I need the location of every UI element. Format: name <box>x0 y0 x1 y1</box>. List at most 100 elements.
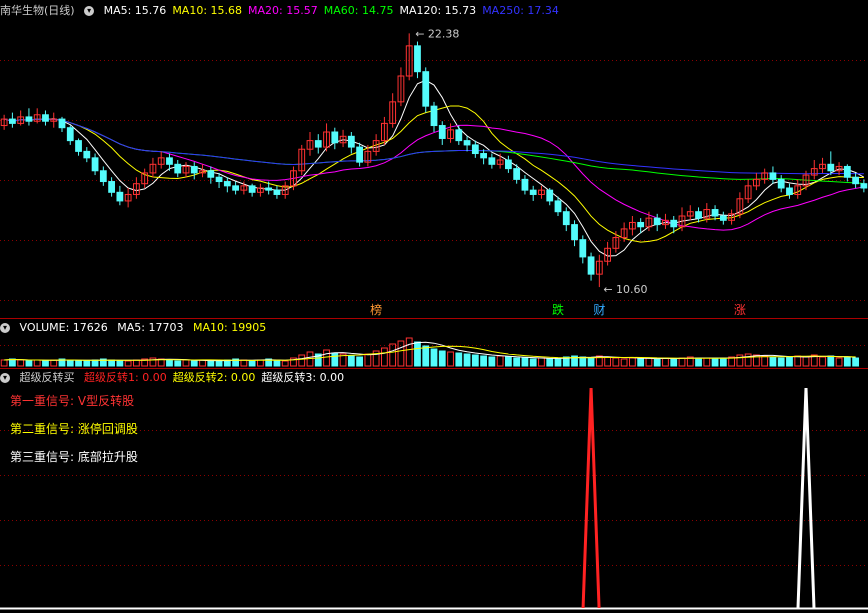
volume-bar <box>579 356 587 367</box>
volume-bar <box>587 357 595 367</box>
signal-label: 第一重信号: <box>10 394 75 408</box>
volume-bar <box>612 357 620 367</box>
candle-body <box>711 209 719 217</box>
volume-bar <box>678 357 686 367</box>
candle-body <box>471 144 479 155</box>
expand-icon[interactable]: ▾ <box>84 6 95 16</box>
signal-row: 第三重信号: 底部拉升股 <box>10 448 138 465</box>
candle-body <box>513 168 521 180</box>
volume-ma-line <box>4 345 856 361</box>
candle-body <box>356 146 363 163</box>
ma-legend-item: MA10: 15.68 <box>172 4 243 17</box>
candle-body <box>529 189 537 195</box>
candle-body <box>769 172 777 180</box>
candle-body <box>108 181 115 193</box>
candle-body <box>653 217 661 226</box>
candle-body <box>248 185 256 193</box>
candle-body <box>827 163 835 172</box>
volume-bar <box>298 354 306 367</box>
signal-row: 第一重信号: V型反转股 <box>10 392 134 409</box>
volume-bar <box>703 357 711 367</box>
candle-body <box>9 118 16 124</box>
volume-bar <box>108 359 115 367</box>
volume-value: VOLUME: 17626 <box>19 321 108 334</box>
signal-row: 第二重信号: 涨停回调股 <box>10 420 138 437</box>
volume-bar <box>25 360 33 367</box>
volume-bar <box>480 355 487 367</box>
volume-bar <box>777 357 785 367</box>
indicator-legend: 超级反转1: 0.00 超级反转2: 0.00 超级反转3: 0.00 <box>84 371 350 384</box>
volume-bar <box>463 353 471 367</box>
event-label: 涨 <box>734 302 746 317</box>
candle-body <box>207 170 215 178</box>
volume-bar <box>331 352 339 367</box>
expand-icon[interactable]: ▾ <box>0 373 10 383</box>
volume-bar <box>166 359 173 367</box>
candle-body <box>99 170 107 183</box>
candle-body <box>670 219 678 228</box>
volume-bar <box>620 358 628 367</box>
candle-body <box>860 183 868 189</box>
indicator-spike <box>796 387 816 609</box>
volume-bar <box>513 357 521 367</box>
signal-value: 底部拉升股 <box>74 450 138 464</box>
candle-body <box>430 105 438 127</box>
ma-legend-item: MA20: 15.57 <box>248 4 318 17</box>
volume-bar <box>381 347 388 367</box>
volume-bar <box>835 357 843 367</box>
ma-legend-item: MA120: 15.73 <box>399 4 477 17</box>
candle-body <box>637 221 645 228</box>
candle-body <box>587 256 595 275</box>
candle-body <box>455 129 463 142</box>
volume-bar <box>645 357 653 367</box>
volume-ma5: MA5: 17703 <box>117 321 184 334</box>
candle-body <box>42 114 49 122</box>
stock-chart[interactable]: ← 22.38 ← 10.60 榜 跌 财 涨 <box>0 0 868 613</box>
volume-bar <box>496 355 504 367</box>
candle-body <box>521 178 529 191</box>
stock-title: 南华生物(日线) <box>0 4 75 17</box>
event-label: 财 <box>593 303 605 317</box>
ma-legend-item: MA250: 17.34 <box>482 4 559 17</box>
volume-bar <box>447 351 454 367</box>
volume-bar <box>273 359 281 367</box>
signal-label: 第三重信号: <box>10 450 75 464</box>
indicator-header: ▾ 超级反转买 超级反转1: 0.00 超级反转2: 0.00 超级反转3: 0.0… <box>0 370 356 386</box>
volume-bar <box>794 355 802 367</box>
volume-bar <box>422 345 430 367</box>
volume-bar <box>323 349 330 367</box>
candle-body <box>852 176 859 185</box>
indicator-legend-item: 超级反转2: 0.00 <box>172 371 256 384</box>
volume-bar <box>786 356 793 367</box>
candle-body <box>562 211 570 226</box>
volume-bar <box>471 354 479 367</box>
main-header: 南华生物(日线) ▾ MA5: 15.76 MA10: 15.68 MA20: 15… <box>0 3 571 19</box>
volume-bar <box>42 360 49 367</box>
volume-bar <box>174 360 182 367</box>
indicator-legend-item: 超级反转1: 0.00 <box>84 371 167 384</box>
volume-bar <box>414 341 421 367</box>
volume-bar <box>827 355 835 367</box>
volume-bar <box>257 359 264 367</box>
volume-bar <box>744 353 752 367</box>
signal-value: V型反转股 <box>74 394 135 408</box>
volume-bar <box>389 343 397 367</box>
volume-bar <box>33 359 41 367</box>
volume-bar <box>356 356 363 367</box>
candle-body <box>719 215 727 221</box>
volume-bar <box>438 350 446 367</box>
volume-bar <box>843 356 851 367</box>
volume-bar <box>653 358 661 367</box>
volume-bar <box>116 360 124 367</box>
candle-body <box>190 165 198 174</box>
high-price-label: ← 22.38 <box>415 27 459 40</box>
volume-bar <box>149 357 157 367</box>
volume-bar <box>761 355 769 367</box>
candle-body <box>488 157 496 165</box>
volume-bar <box>124 360 132 367</box>
volume-header: ▾ VOLUME: 17626 MA5: 17703 MA10: 19905 <box>0 320 272 336</box>
candle-body <box>91 157 99 172</box>
expand-icon[interactable]: ▾ <box>0 323 10 333</box>
volume-bar <box>769 356 777 367</box>
volume-bar <box>430 348 438 367</box>
